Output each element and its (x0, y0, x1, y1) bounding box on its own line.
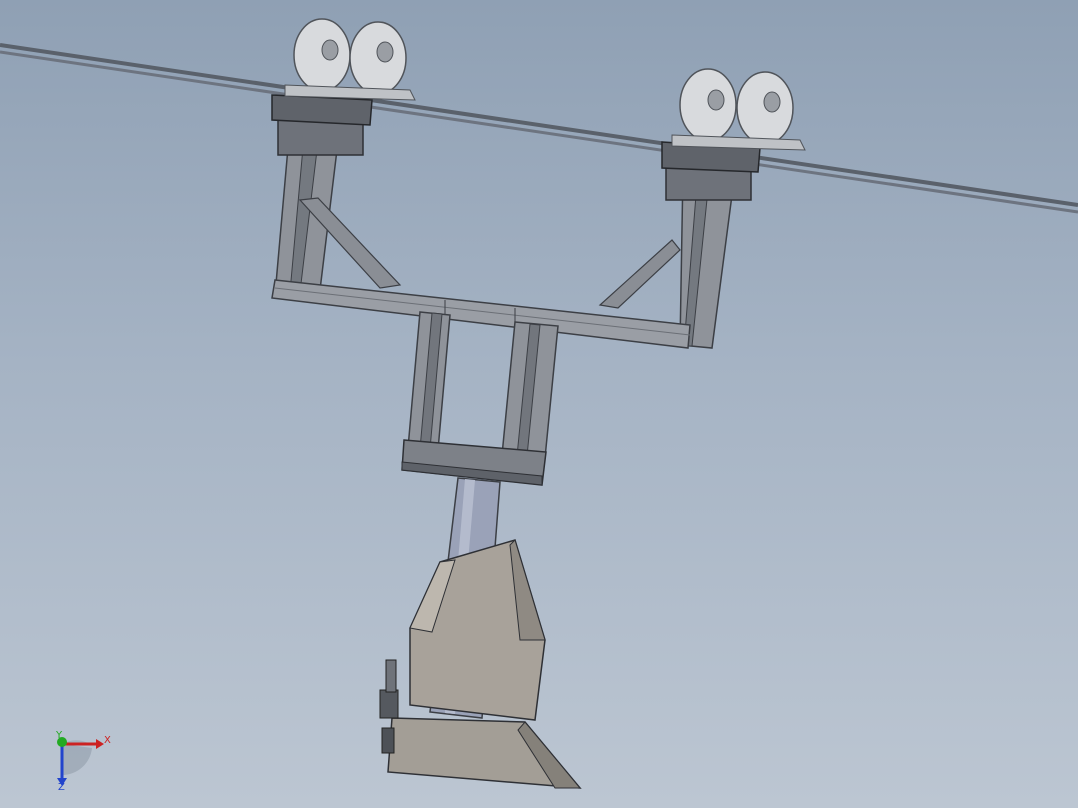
z-axis-label: Z (58, 782, 65, 793)
wheel-assembly-right (671, 68, 806, 151)
frame-vertical-mast (401, 311, 559, 486)
axis-triad[interactable]: X Y Z (55, 730, 111, 793)
x-axis-label: X (104, 735, 111, 746)
overhead-cable (0, 43, 1078, 214)
y-axis-label: Y (55, 730, 63, 741)
cad-viewport[interactable]: X Y Z (0, 0, 1078, 808)
blade-housing (387, 539, 582, 789)
3d-model-scene[interactable]: X Y Z (0, 0, 1078, 808)
wheel-assembly-left (284, 18, 416, 101)
frame-left-arm (271, 94, 402, 296)
